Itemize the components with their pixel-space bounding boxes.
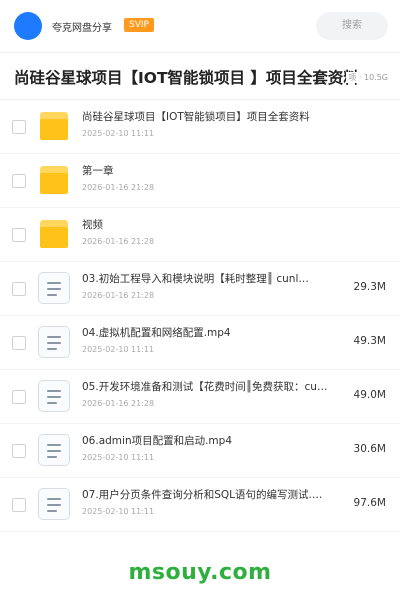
item-name: 第一章 (82, 165, 114, 177)
document-icon (38, 488, 70, 520)
document-icon (38, 434, 70, 466)
folder-meta: 项 · 10.5G (346, 72, 388, 83)
watermark: msouy.com (128, 560, 272, 585)
folder-icon (38, 110, 70, 142)
item-size: 29.3M (353, 281, 386, 293)
top-bar: 夸克网盘分享 SVIP 搜索 (0, 0, 400, 53)
file-list: 尚硅谷星球项目【IOT智能锁项目】项目全套资料 2025-02-10 11:11 第… (0, 100, 400, 532)
folder-icon (38, 218, 70, 250)
avatar[interactable] (14, 12, 42, 40)
document-icon (38, 272, 70, 304)
item-date: 2025-02-10 11:11 (82, 453, 155, 462)
item-size: 30.6M (353, 443, 386, 455)
page-title: 尚硅谷星球项目【IOT智能锁项目 】项目全套资料 (14, 69, 359, 87)
row-checkbox[interactable] (12, 336, 26, 350)
folder-row[interactable]: 尚硅谷星球项目【IOT智能锁项目】项目全套资料 2025-02-10 11:11 (0, 100, 400, 154)
item-name: 03.初始工程导入和模块说明【耗时整理║ cunl… (82, 273, 309, 285)
item-name: 06.admin项目配置和启动.mp4 (82, 435, 233, 447)
document-icon (38, 380, 70, 412)
username: 夸克网盘分享 (52, 23, 112, 34)
file-row[interactable]: 06.admin项目配置和启动.mp4 2025-02-10 11:11 30.6M (0, 424, 400, 478)
item-date: 2026-01-16 21:28 (82, 291, 155, 300)
row-checkbox[interactable] (12, 390, 26, 404)
file-row[interactable]: 03.初始工程导入和模块说明【耗时整理║ cunl… 2026-01-16 21:… (0, 262, 400, 316)
row-checkbox[interactable] (12, 228, 26, 242)
item-name: 07.用户分页条件查询分析和SQL语句的编写测试.… (82, 489, 323, 501)
folder-icon (38, 164, 70, 196)
folder-row[interactable]: 第一章 2026-01-16 21:28 (0, 154, 400, 208)
search-input[interactable]: 搜索 (316, 12, 388, 40)
item-name: 尚硅谷星球项目【IOT智能锁项目】项目全套资料 (82, 111, 310, 123)
item-name: 05.开发环境准备和测试【花费时间║免费获取：cu… (82, 381, 328, 393)
item-size: 97.6M (353, 497, 386, 509)
folder-row[interactable]: 视频 2026-01-16 21:28 (0, 208, 400, 262)
svip-badge: SVIP (124, 18, 154, 32)
item-date: 2026-01-16 21:28 (82, 183, 155, 192)
file-row[interactable]: 07.用户分页条件查询分析和SQL语句的编写测试.… 2025-02-10 11:… (0, 478, 400, 532)
row-checkbox[interactable] (12, 120, 26, 134)
row-checkbox[interactable] (12, 498, 26, 512)
file-row[interactable]: 04.虚拟机配置和网络配置.mp4 2025-02-10 11:11 49.3M (0, 316, 400, 370)
file-row[interactable]: 05.开发环境准备和测试【花费时间║免费获取：cu… 2026-01-16 21:… (0, 370, 400, 424)
item-date: 2026-01-16 21:28 (82, 399, 155, 408)
item-name: 04.虚拟机配置和网络配置.mp4 (82, 327, 231, 339)
item-date: 2025-02-10 11:11 (82, 507, 155, 516)
item-date: 2025-02-10 11:11 (82, 345, 155, 354)
folder-title-bar: 尚硅谷星球项目【IOT智能锁项目 】项目全套资料 项 · 10.5G (0, 53, 400, 100)
document-icon (38, 326, 70, 358)
row-checkbox[interactable] (12, 444, 26, 458)
row-checkbox[interactable] (12, 174, 26, 188)
item-name: 视频 (82, 219, 103, 231)
item-date: 2025-02-10 11:11 (82, 129, 155, 138)
row-checkbox[interactable] (12, 282, 26, 296)
item-date: 2026-01-16 21:28 (82, 237, 155, 246)
item-size: 49.3M (353, 335, 386, 347)
item-size: 49.0M (353, 389, 386, 401)
